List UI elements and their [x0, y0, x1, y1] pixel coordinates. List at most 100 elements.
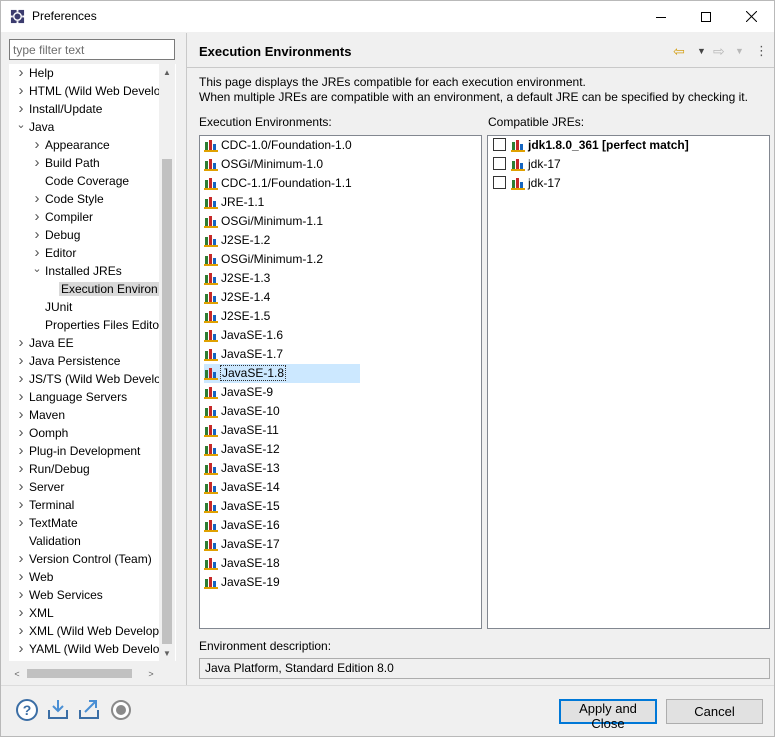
chevron-right-icon[interactable]: ›	[29, 136, 45, 154]
jre-row[interactable]: jdk1.8.0_361 [perfect match]	[493, 136, 689, 155]
chevron-right-icon[interactable]: ›	[29, 226, 45, 244]
scroll-thumb-horizontal[interactable]	[27, 669, 132, 678]
preference-tree[interactable]: › Help › HTML (Wild Web Develo › Install/Upda…	[9, 64, 176, 661]
tree-item[interactable]: › Server	[13, 478, 65, 496]
tree-item[interactable]: Validation	[13, 532, 81, 550]
environment-row[interactable]: OSGi/Minimum-1.1	[204, 212, 323, 231]
panel-divider[interactable]	[186, 33, 187, 685]
record-icon[interactable]	[109, 698, 133, 722]
jre-checkbox[interactable]	[493, 157, 506, 170]
chevron-down-icon[interactable]: ⌄	[13, 116, 29, 134]
environments-list[interactable]: CDC-1.0/Foundation-1.0 OSGi/Minimum-1.0 CD…	[199, 135, 482, 629]
maximize-button[interactable]	[683, 1, 728, 32]
jre-checkbox[interactable]	[493, 138, 506, 151]
chevron-right-icon[interactable]: ›	[13, 622, 29, 640]
tree-item[interactable]: › HTML (Wild Web Develo	[13, 82, 161, 100]
tree-item[interactable]: › Java EE	[13, 334, 74, 352]
environment-row[interactable]: JavaSE-10	[204, 402, 280, 421]
jre-checkbox[interactable]	[493, 176, 506, 189]
environment-row[interactable]: JavaSE-19	[204, 573, 280, 592]
environment-row[interactable]: J2SE-1.4	[204, 288, 270, 307]
chevron-right-icon[interactable]: ›	[29, 154, 45, 172]
chevron-right-icon[interactable]: ›	[13, 496, 29, 514]
tree-item[interactable]: › TextMate	[13, 514, 78, 532]
back-arrow-icon[interactable]: ⇦	[673, 41, 685, 61]
environment-row[interactable]: CDC-1.1/Foundation-1.1	[204, 174, 352, 193]
environment-row[interactable]: OSGi/Minimum-1.0	[204, 155, 323, 174]
environment-row[interactable]: J2SE-1.2	[204, 231, 270, 250]
chevron-right-icon[interactable]: ›	[13, 370, 29, 388]
jre-row[interactable]: jdk-17	[493, 155, 561, 174]
chevron-right-icon[interactable]: ›	[29, 208, 45, 226]
cancel-button[interactable]: Cancel	[666, 699, 763, 724]
help-icon[interactable]: ?	[15, 698, 39, 722]
environment-row[interactable]: JavaSE-1.6	[204, 326, 283, 345]
chevron-right-icon[interactable]: ›	[13, 640, 29, 658]
tree-vertical-scrollbar[interactable]: ▲ ▼	[159, 64, 175, 661]
tree-item[interactable]: Code Coverage	[29, 172, 129, 190]
tree-item[interactable]: › YAML (Wild Web Develo	[13, 640, 160, 658]
chevron-right-icon[interactable]: ›	[13, 82, 29, 100]
scroll-left-icon[interactable]: <	[9, 665, 25, 682]
chevron-right-icon[interactable]: ›	[13, 406, 29, 424]
environment-row[interactable]: JavaSE-12	[204, 440, 280, 459]
tree-item[interactable]: › Java Persistence	[13, 352, 121, 370]
tree-item[interactable]: › Help	[13, 64, 54, 82]
tree-item[interactable]: › Web Services	[13, 586, 103, 604]
chevron-right-icon[interactable]: ›	[13, 64, 29, 82]
tree-item[interactable]: › JS/TS (Wild Web Develo	[13, 370, 161, 388]
tree-item[interactable]: › Build Path	[29, 154, 100, 172]
chevron-right-icon[interactable]: ›	[13, 460, 29, 478]
apply-and-close-button[interactable]: Apply and Close	[559, 699, 657, 731]
chevron-right-icon[interactable]: ›	[13, 514, 29, 532]
environment-row[interactable]: CDC-1.0/Foundation-1.0	[204, 136, 352, 155]
back-dropdown-icon[interactable]: ▼	[697, 41, 706, 61]
tree-item[interactable]: ⌄ Installed JREs	[29, 260, 121, 280]
scroll-up-icon[interactable]: ▲	[159, 64, 175, 80]
environment-row[interactable]: J2SE-1.5	[204, 307, 270, 326]
chevron-right-icon[interactable]: ›	[13, 586, 29, 604]
tree-item[interactable]: › Oomph	[13, 424, 69, 442]
tree-item[interactable]: › XML	[13, 604, 54, 622]
chevron-down-icon[interactable]: ⌄	[29, 260, 45, 278]
forward-dropdown-icon[interactable]: ▼	[735, 41, 744, 61]
view-menu-icon[interactable]: ⋮	[755, 41, 768, 61]
chevron-right-icon[interactable]: ›	[13, 604, 29, 622]
tree-item[interactable]: › Maven	[13, 406, 66, 424]
chevron-right-icon[interactable]: ›	[13, 388, 29, 406]
environment-row[interactable]: J2SE-1.3	[204, 269, 270, 288]
environment-row[interactable]: JavaSE-9	[204, 383, 273, 402]
environment-row[interactable]: JavaSE-14	[204, 478, 280, 497]
environment-row[interactable]: JavaSE-11	[204, 421, 279, 440]
environment-row[interactable]: JavaSE-1.7	[204, 345, 283, 364]
environment-row[interactable]: OSGi/Minimum-1.2	[204, 250, 323, 269]
import-icon[interactable]	[46, 698, 70, 722]
chevron-right-icon[interactable]: ›	[13, 424, 29, 442]
environment-row[interactable]: JavaSE-16	[204, 516, 280, 535]
jre-row[interactable]: jdk-17	[493, 174, 561, 193]
tree-item[interactable]: Properties Files Edito	[29, 316, 159, 334]
chevron-right-icon[interactable]: ›	[13, 568, 29, 586]
tree-item[interactable]: › XML (Wild Web Develop	[13, 622, 160, 640]
tree-item[interactable]: › Terminal	[13, 496, 75, 514]
environment-row[interactable]: JavaSE-13	[204, 459, 280, 478]
tree-item[interactable]: › Debug	[29, 226, 81, 244]
chevron-right-icon[interactable]: ›	[13, 478, 29, 496]
minimize-button[interactable]	[638, 1, 683, 32]
filter-input[interactable]	[9, 39, 175, 60]
tree-item[interactable]: › Compiler	[29, 208, 94, 226]
scroll-right-icon[interactable]: >	[143, 665, 159, 682]
chevron-right-icon[interactable]: ›	[13, 550, 29, 568]
scroll-thumb[interactable]	[162, 159, 172, 644]
close-button[interactable]	[729, 1, 774, 32]
chevron-right-icon[interactable]: ›	[29, 190, 45, 208]
tree-item[interactable]: JUnit	[29, 298, 72, 316]
environment-row[interactable]: JRE-1.1	[204, 193, 264, 212]
tree-item[interactable]: Execution Environ	[45, 280, 160, 298]
export-icon[interactable]	[77, 698, 101, 722]
tree-item[interactable]: › Language Servers	[13, 388, 128, 406]
tree-item[interactable]: › Plug-in Development	[13, 442, 141, 460]
tree-item[interactable]: ⌄ Java	[13, 118, 54, 136]
environment-row[interactable]: JavaSE-18	[204, 554, 280, 573]
tree-item[interactable]: › Code Style	[29, 190, 104, 208]
